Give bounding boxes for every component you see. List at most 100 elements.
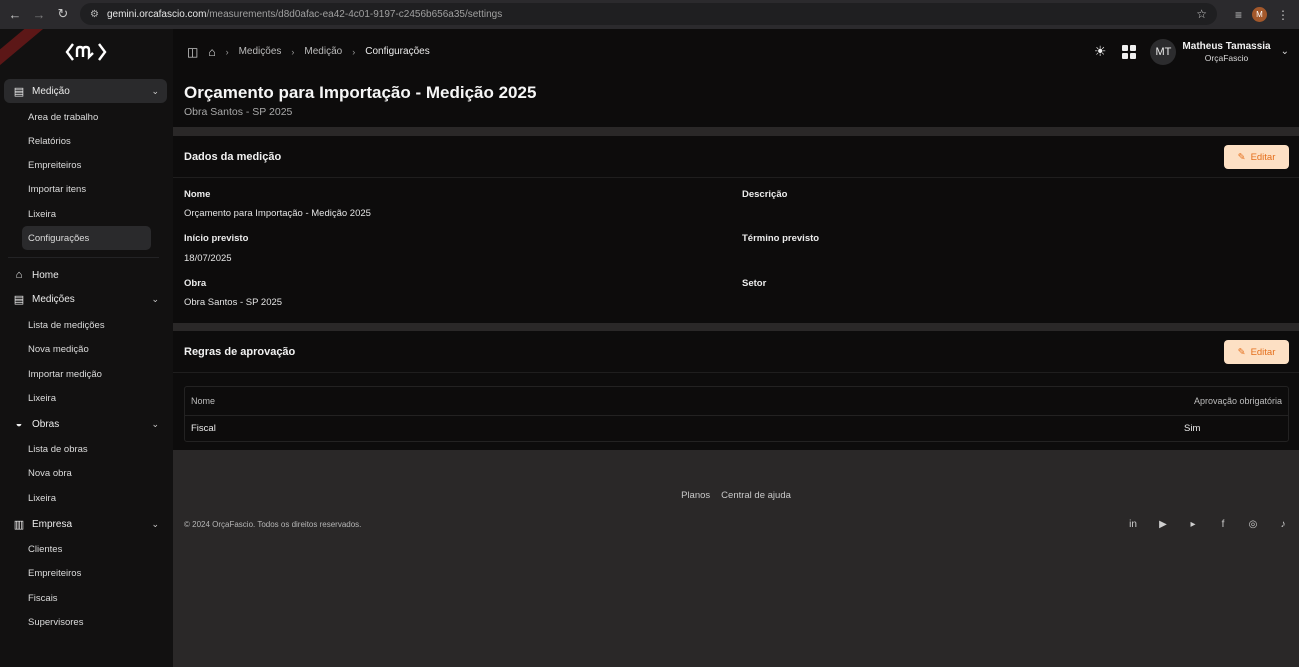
- site-info-icon[interactable]: ⚙: [90, 9, 99, 20]
- user-menu[interactable]: Matheus Tamassia OrçaFascio: [1182, 41, 1270, 63]
- bookmark-star-icon[interactable]: ☆: [1196, 7, 1207, 21]
- apps-grid-icon[interactable]: [1122, 44, 1137, 59]
- browser-chrome: ← → ↻ ⚙ gemini.orcafascio.com /measureme…: [0, 0, 1299, 29]
- sidebar-item-area-de-trabalho[interactable]: Area de trabalho: [22, 105, 151, 129]
- address-bar[interactable]: ⚙ gemini.orcafascio.com /measurements/d8…: [80, 3, 1217, 25]
- approval-table: Nome Aprovação obrigatória Fiscal Sim: [184, 386, 1289, 442]
- chevron-down-icon: ⌄: [151, 293, 159, 304]
- google-play-icon[interactable]: ▶: [1157, 518, 1169, 530]
- sidebar-item-empreiteiros[interactable]: Empreiteiros: [22, 153, 151, 177]
- edit-measurement-button[interactable]: ✎ Editar: [1224, 145, 1289, 169]
- footer: Planos Central de ajuda © 2024 OrçaFasci…: [173, 450, 1299, 667]
- card-divider: [173, 177, 1299, 178]
- page-header: Orçamento para Importação - Medição 2025…: [173, 74, 1299, 127]
- sidebar-item-home[interactable]: ⌂ Home: [4, 263, 167, 287]
- measurement-data-card: Dados da medição ✎ Editar Nome Orçamento…: [173, 136, 1299, 323]
- sidebar-item-lista-de-obras[interactable]: Lista de obras: [22, 437, 151, 461]
- sidebar-group-obras[interactable]: ◒ Obras ⌄: [4, 412, 167, 436]
- sidebar-item-nova-medicao[interactable]: Nova medição: [22, 337, 151, 361]
- document-icon: ▤: [13, 85, 25, 98]
- column-header-aprovacao: Aprovação obrigatória: [1193, 396, 1282, 406]
- media-queue-icon[interactable]: ≡: [1235, 8, 1242, 22]
- field-label-nome: Nome: [184, 189, 211, 200]
- field-value-obra: Obra Santos - SP 2025: [184, 297, 283, 308]
- sidebar-item-importar-itens[interactable]: Importar itens: [22, 177, 151, 201]
- card-divider: [173, 372, 1299, 373]
- chevron-right-icon: ›: [352, 46, 356, 57]
- youtube-icon[interactable]: ▸: [1187, 518, 1199, 530]
- breadcrumb-medicao[interactable]: Medição: [304, 46, 342, 57]
- chevron-down-icon: ⌄: [151, 418, 159, 429]
- footer-link-planos[interactable]: Planos: [681, 490, 710, 501]
- sidebar-item-fiscais[interactable]: Fiscais: [22, 586, 151, 610]
- sidebar-group-empresa[interactable]: ▥ Empresa ⌄: [4, 512, 167, 536]
- chevron-right-icon: ›: [291, 46, 295, 57]
- sidebar-divider: [8, 257, 159, 258]
- page-subtitle: Obra Santos - SP 2025: [184, 106, 293, 118]
- url-path: /measurements/d8d0afac-ea42-4c01-9197-c2…: [206, 8, 503, 20]
- linkedin-icon[interactable]: in: [1127, 518, 1139, 530]
- field-label-setor: Setor: [742, 278, 767, 289]
- chevron-right-icon: ›: [225, 46, 229, 57]
- sidebar-item-supervisores[interactable]: Supervisores: [22, 610, 151, 634]
- field-value-inicio: 18/07/2025: [184, 253, 232, 264]
- sidebar-item-importar-medicao[interactable]: Importar medição: [22, 362, 151, 386]
- table-cell-nome: Fiscal: [191, 423, 216, 434]
- url-host: gemini.orcafascio.com: [106, 8, 207, 20]
- instagram-icon[interactable]: ◎: [1247, 518, 1259, 530]
- field-label-termino: Término previsto: [742, 233, 820, 244]
- sidebar-toggle-icon[interactable]: ◫: [187, 45, 198, 59]
- forward-icon[interactable]: →: [28, 3, 50, 25]
- tiktok-icon[interactable]: ♪: [1277, 518, 1289, 530]
- table-cell-obrigatoria: Sim: [1184, 423, 1201, 434]
- card-header: Regras de aprovação: [184, 346, 296, 358]
- field-label-inicio: Início previsto: [184, 233, 249, 244]
- top-bar: ◫ ⌂ › Medições › Medição › Configurações…: [173, 29, 1299, 74]
- hard-hat-icon: ◒: [15, 418, 23, 430]
- chevron-down-icon: ⌄: [151, 518, 159, 529]
- social-links: in ▶ ▸ f ◎ ♪: [1127, 518, 1289, 530]
- page-title: Orçamento para Importação - Medição 2025: [184, 83, 537, 102]
- sidebar-item-relatorios[interactable]: Relatórios: [22, 129, 151, 153]
- copyright: © 2024 OrçaFascio. Todos os direitos res…: [184, 520, 362, 529]
- user-name: Matheus Tamassia: [1182, 40, 1271, 52]
- reload-icon[interactable]: ↻: [52, 3, 74, 25]
- pencil-icon: ✎: [1237, 346, 1246, 358]
- footer-link-central-de-ajuda[interactable]: Central de ajuda: [721, 490, 791, 501]
- breadcrumb-medicoes[interactable]: Medições: [239, 46, 282, 57]
- user-org: OrçaFascio: [1204, 52, 1249, 63]
- chevron-down-icon[interactable]: ⌄: [1281, 46, 1289, 57]
- approval-rules-card: Regras de aprovação ✎ Editar Nome Aprova…: [173, 331, 1299, 450]
- sidebar-item-lixeira-medicoes[interactable]: Lixeira: [22, 386, 151, 410]
- sidebar-item-configuracoes[interactable]: Configurações: [22, 226, 151, 250]
- environment-ribbon: [0, 29, 48, 71]
- sidebar-group-medicao[interactable]: ▤ Medição ⌄: [4, 79, 167, 103]
- breadcrumb: ◫ ⌂ › Medições › Medição › Configurações: [187, 45, 430, 59]
- sidebar-item-lista-de-medicoes[interactable]: Lista de medições: [22, 313, 151, 337]
- logo-mark-icon: [65, 43, 107, 61]
- sidebar-item-lixeira-obras[interactable]: Lixeira: [22, 486, 151, 510]
- theme-toggle-icon[interactable]: ☀: [1094, 43, 1107, 60]
- home-icon: ⌂: [15, 269, 23, 281]
- user-avatar[interactable]: MT: [1150, 38, 1177, 65]
- chevron-down-icon: ⌄: [151, 85, 159, 96]
- sidebar-group-medicoes[interactable]: ▤ Medições ⌄: [4, 287, 167, 311]
- column-header-nome: Nome: [191, 396, 216, 406]
- profile-avatar[interactable]: M: [1252, 7, 1267, 22]
- sidebar-item-lixeira[interactable]: Lixeira: [22, 202, 151, 226]
- sidebar-item-clientes[interactable]: Clientes: [22, 537, 151, 561]
- sidebar-item-nova-obra[interactable]: Nova obra: [22, 461, 151, 485]
- browser-menu-icon[interactable]: ⋮: [1277, 8, 1289, 22]
- building-icon: ▥: [13, 518, 25, 531]
- breadcrumb-configuracoes: Configurações: [365, 46, 430, 57]
- home-icon[interactable]: ⌂: [208, 45, 215, 59]
- field-value-nome: Orçamento para Importação - Medição 2025: [184, 208, 371, 219]
- field-label-obra: Obra: [184, 278, 207, 289]
- back-icon[interactable]: ←: [4, 3, 26, 25]
- main-content: ◫ ⌂ › Medições › Medição › Configurações…: [173, 29, 1299, 667]
- app-logo[interactable]: [64, 39, 108, 65]
- sidebar-item-empreiteiros-empresa[interactable]: Empreiteiros: [22, 561, 151, 585]
- facebook-icon[interactable]: f: [1217, 518, 1229, 530]
- document-icon: ▤: [13, 293, 25, 306]
- edit-approval-button[interactable]: ✎ Editar: [1224, 340, 1289, 364]
